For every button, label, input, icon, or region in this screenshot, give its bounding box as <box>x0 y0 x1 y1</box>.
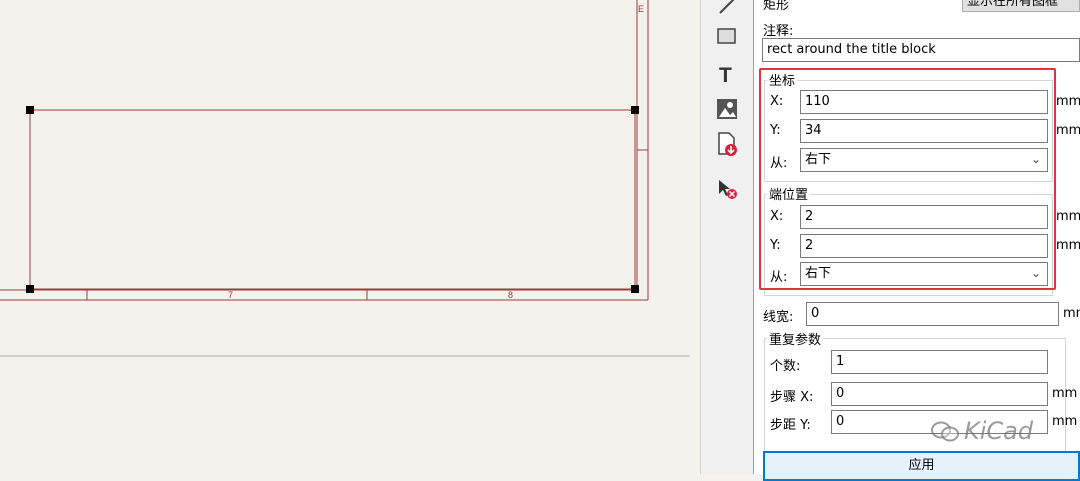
watermark: KiCad <box>930 414 1060 448</box>
canvas-drawing: E 7 8 <box>0 0 690 357</box>
selection-handle <box>631 285 639 293</box>
highlight-box <box>759 68 1056 290</box>
line-tool-icon[interactable] <box>710 0 744 20</box>
show-in-all-frames-button[interactable]: 显示在所有图框 <box>962 0 1080 12</box>
comment-label: 注释: <box>763 24 794 39</box>
selection-handle <box>631 106 639 114</box>
item-type-label: 矩形 <box>763 0 790 13</box>
selection-handle <box>26 285 34 293</box>
zone-label-e: E <box>638 4 644 14</box>
end-x-unit: mm <box>1056 209 1080 224</box>
count-input[interactable]: 1 <box>831 350 1048 374</box>
svg-text:T: T <box>719 64 732 85</box>
zone-label-8: 8 <box>508 290 513 300</box>
count-label: 个数: <box>770 359 801 374</box>
image-tool-icon[interactable] <box>710 95 744 123</box>
wechat-icon <box>931 421 959 442</box>
watermark-text: KiCad <box>964 417 1034 445</box>
line-width-label: 线宽: <box>763 310 794 325</box>
line-width-input[interactable]: 0 <box>806 302 1059 326</box>
coord-y-unit: mm <box>1056 123 1080 138</box>
coord-x-unit: mm <box>1056 94 1080 109</box>
step-x-unit: mm <box>1052 386 1078 401</box>
step-x-input[interactable]: 0 <box>831 382 1048 406</box>
line-width-unit: mm <box>1063 306 1080 321</box>
repeat-group-title: 重复参数 <box>767 329 824 348</box>
import-file-icon[interactable] <box>710 130 744 158</box>
rectangle-tool-icon[interactable] <box>710 22 744 50</box>
delete-cursor-icon[interactable] <box>710 175 744 203</box>
step-x-label: 步骤 X: <box>770 390 814 405</box>
drawing-canvas[interactable]: E 7 8 <box>0 0 700 474</box>
title-block-rect <box>29 109 636 290</box>
end-y-unit: mm <box>1056 238 1080 253</box>
step-y-label: 步距 Y: <box>770 418 811 433</box>
selection-handle <box>26 106 34 114</box>
zone-label-7: 7 <box>228 290 233 300</box>
comment-input[interactable]: rect around the title block <box>762 38 1080 62</box>
text-tool-icon[interactable]: T <box>710 60 744 88</box>
apply-button[interactable]: 应用 <box>763 451 1080 481</box>
